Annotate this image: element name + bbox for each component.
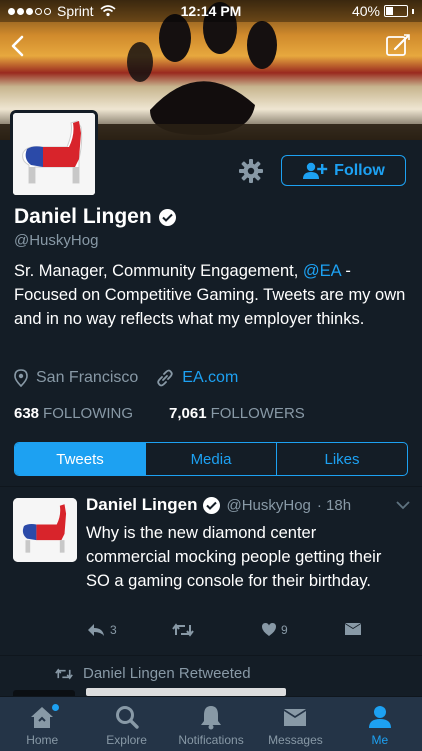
llama-avatar-art <box>13 113 95 195</box>
follow-button[interactable]: Follow <box>281 155 406 186</box>
battery-percent: 40% <box>351 3 380 19</box>
verified-badge-icon <box>203 496 221 514</box>
tweet-text: Why is the new diamond center commercial… <box>86 524 382 590</box>
link-icon <box>157 369 173 387</box>
following-count: 638 <box>14 405 40 422</box>
tweet-avatar[interactable] <box>13 498 77 562</box>
tab-bar-explore[interactable]: Explore <box>84 697 168 751</box>
retweeted-label: Daniel Lingen Retweeted <box>83 665 251 682</box>
tweet-time: · 18h <box>316 496 352 514</box>
tab-media[interactable]: Media <box>146 443 277 475</box>
reply-action[interactable]: 3 <box>86 622 117 638</box>
status-bar: Sprint 12:14 PM 40% <box>0 0 422 22</box>
verified-badge-icon <box>158 208 176 226</box>
reply-count: 3 <box>110 623 117 637</box>
profile-name-row: Daniel Lingen <box>14 205 176 229</box>
tweet-actions: 3 9 <box>86 622 376 642</box>
profile-avatar[interactable] <box>10 110 98 198</box>
compose-tweet-icon[interactable] <box>384 32 412 60</box>
tab-bar-home-label: Home <box>26 733 59 747</box>
retweet-action[interactable] <box>172 622 194 638</box>
bell-icon <box>201 706 222 730</box>
followers-label: FOLLOWERS <box>210 405 305 422</box>
like-count: 9 <box>281 622 288 637</box>
retweet-icon <box>172 623 194 637</box>
profile-name: Daniel Lingen <box>14 205 152 228</box>
tab-bar-explore-label: Explore <box>106 733 147 747</box>
back-arrow-icon[interactable] <box>6 34 30 58</box>
person-icon <box>368 706 391 728</box>
reply-icon <box>88 624 104 636</box>
following-stat[interactable]: 638 FOLLOWING <box>14 405 133 422</box>
tab-bar-messages[interactable]: Messages <box>253 697 337 751</box>
tweet-author-handle: @HuskyHog <box>226 496 311 514</box>
tab-bar-messages-label: Messages <box>268 733 323 747</box>
status-right: 40% <box>352 3 414 19</box>
envelope-icon <box>284 709 307 726</box>
tweet-header: Daniel Lingen @HuskyHog · 18h <box>86 495 351 515</box>
followers-count: 7,061 <box>169 405 207 422</box>
profile-bio: Sr. Manager, Community Engagement, @EA -… <box>14 259 414 331</box>
tab-likes[interactable]: Likes <box>277 443 407 475</box>
tab-bar-me-label: Me <box>371 733 389 747</box>
retweet-icon <box>55 668 73 679</box>
gear-icon[interactable] <box>238 158 264 184</box>
location-pin-icon <box>14 369 28 387</box>
following-label: FOLLOWING <box>43 405 134 422</box>
retweeted-notice: Daniel Lingen Retweeted <box>55 665 251 682</box>
unread-dot <box>52 704 59 711</box>
like-action[interactable]: 9 <box>261 622 288 637</box>
tab-bar-me[interactable]: Me <box>338 697 422 751</box>
tweet-author-name[interactable]: Daniel Lingen <box>86 495 197 515</box>
profile-handle: @HuskyHog <box>14 232 99 249</box>
profile-tabs: Tweets Media Likes <box>14 442 408 476</box>
profile-location: San Francisco <box>36 369 139 386</box>
add-user-icon <box>303 162 328 179</box>
divider <box>0 486 422 487</box>
bio-mention-link[interactable]: @EA <box>303 262 341 280</box>
envelope-icon <box>345 623 361 635</box>
tab-bar-notifications-label: Notifications <box>178 733 244 747</box>
next-tweet-header-peek <box>86 688 286 696</box>
search-icon <box>115 706 139 729</box>
heart-icon <box>262 623 276 636</box>
profile-stats: 638 FOLLOWING 7,061 FOLLOWERS <box>14 405 305 422</box>
divider <box>0 655 422 656</box>
bottom-tab-bar: Home Explore Notifications Messages Me <box>0 696 422 751</box>
chevron-down-icon[interactable] <box>396 500 410 510</box>
tab-bar-home[interactable]: Home <box>0 697 84 751</box>
tab-tweets[interactable]: Tweets <box>15 443 146 475</box>
profile-meta-row: San Francisco EA.com <box>14 369 238 387</box>
follow-label: Follow <box>334 161 385 179</box>
battery-icon <box>384 5 408 17</box>
direct-message-action[interactable] <box>344 622 362 636</box>
tab-bar-notifications[interactable]: Notifications <box>169 697 253 751</box>
profile-website-link[interactable]: EA.com <box>182 369 238 387</box>
bio-text-start: Sr. Manager, Community Engagement, <box>14 262 303 280</box>
followers-stat[interactable]: 7,061 FOLLOWERS <box>169 405 305 422</box>
llama-avatar-art <box>13 498 77 562</box>
